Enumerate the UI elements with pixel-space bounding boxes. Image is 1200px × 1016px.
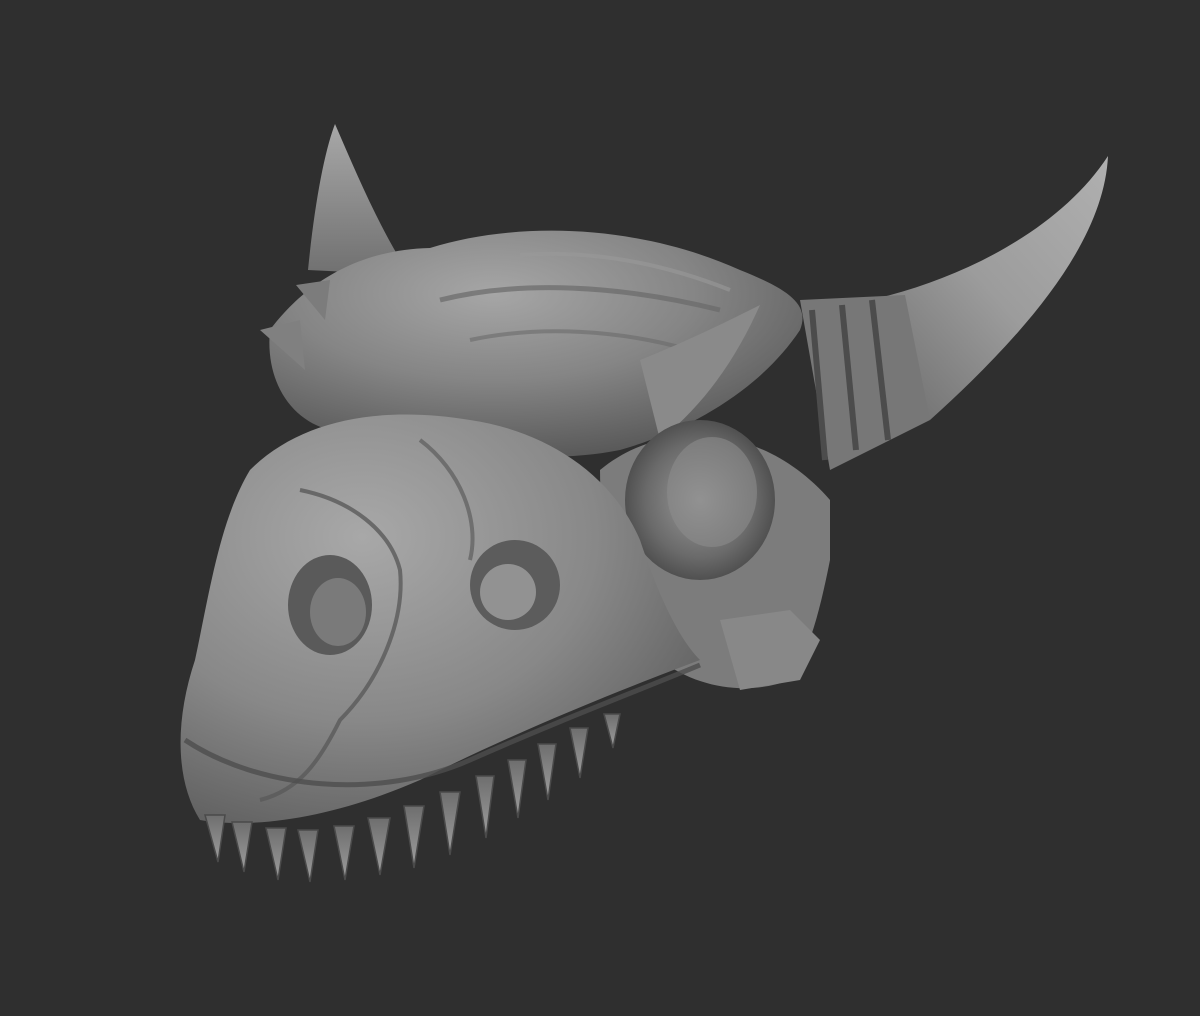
- 3d-viewport[interactable]: [0, 0, 1200, 1016]
- dragon-skull-sculpt-icon: [180, 124, 1108, 883]
